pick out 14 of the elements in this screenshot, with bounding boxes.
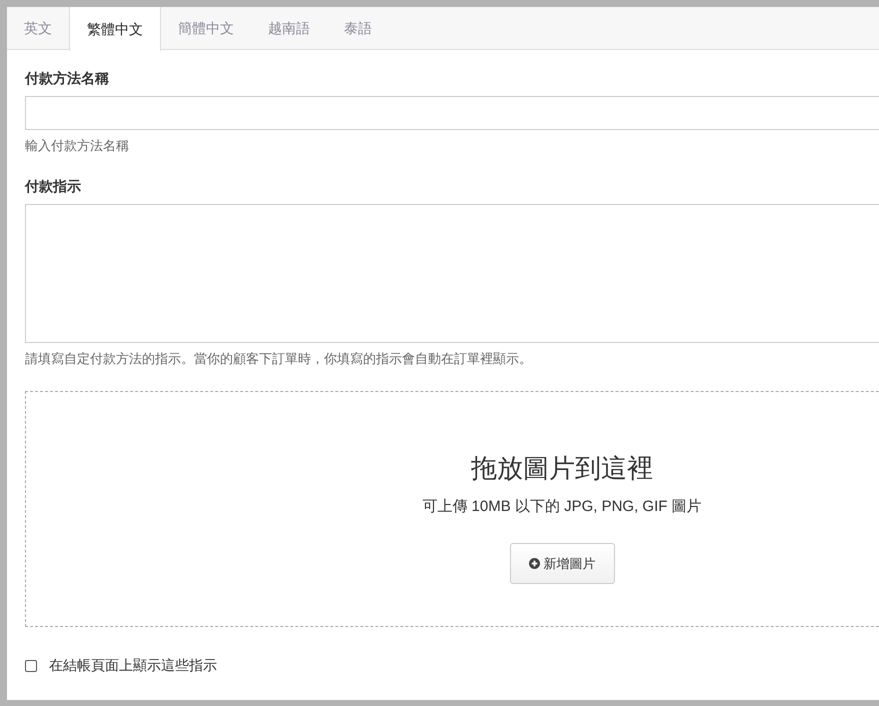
drop-subtitle: 可上傳 10MB 以下的 JPG, PNG, GIF 圖片 [422, 497, 702, 517]
checkbox-label[interactable]: 在結帳頁面上顯示這些指示 [49, 655, 217, 676]
text-area[interactable] [25, 204, 879, 343]
drop-zone[interactable]: 拖放圖片到這裡 可上傳 10MB 以下的 JPG, PNG, GIF 圖片 新增圖片 [25, 391, 879, 627]
help-text: 輸入付款方法名稱 [25, 137, 130, 155]
input-field[interactable] [25, 96, 879, 130]
plus-circle-icon [528, 558, 540, 569]
help-text: 請填寫自定付款方法的指示。當你的顧客下訂單時，你填寫的指示會自動在訂單裡顯示。 [25, 350, 533, 368]
field-label: 付款方法名稱 [25, 69, 110, 88]
language-tab[interactable]: 繁體中文 [69, 7, 161, 51]
add-image-button[interactable]: 新增圖片 [510, 543, 614, 584]
drop-title: 拖放圖片到這裡 [471, 452, 653, 485]
field-label: 付款指示 [25, 177, 82, 196]
checkbox[interactable] [25, 660, 37, 672]
